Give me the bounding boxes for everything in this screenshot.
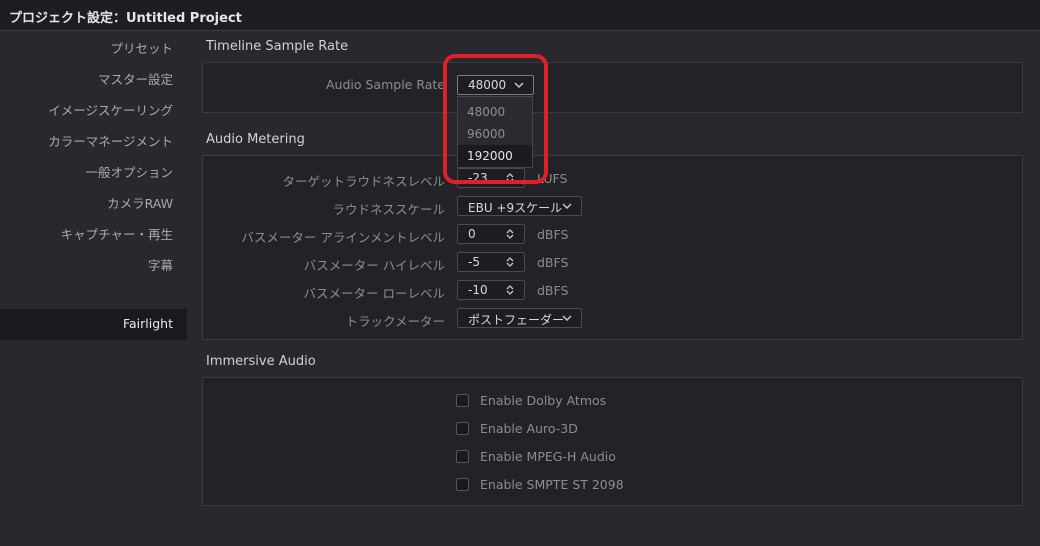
stepper-arrows-icon [506,285,514,295]
bus-meter-low-value: -10 [468,283,488,297]
auro-3d-checkbox[interactable] [456,422,469,435]
sidebar-item-general-options[interactable]: 一般オプション [85,162,173,181]
sidebar-item-presets[interactable]: プリセット [110,38,173,57]
bus-meter-alignment-value: 0 [468,227,476,241]
smpte-st-2098-checkbox[interactable] [456,478,469,491]
immersive-audio-heading: Immersive Audio [206,354,316,369]
bus-meter-low-stepper[interactable]: -10 [457,280,525,300]
loudness-scale-select[interactable]: EBU +9スケール [457,196,582,216]
track-meter-label: トラックメーター [345,314,445,329]
sidebar-item-image-scaling[interactable]: イメージスケーリング [48,100,173,119]
bus-meter-high-label: バスメーター ハイレベル [303,258,445,273]
chevron-down-icon [562,203,572,210]
dolby-atmos-label[interactable]: Enable Dolby Atmos [480,393,606,408]
audio-sample-rate-value: 48000 [468,78,507,92]
sidebar-item-fairlight[interactable]: Fairlight [0,309,187,340]
target-loudness-label: ターゲットラウドネスレベル [282,174,445,189]
sample-rate-option-192000[interactable]: 192000 [458,145,532,167]
sample-rate-option-48000[interactable]: 48000 [458,101,532,123]
mpeg-h-audio-checkbox[interactable] [456,450,469,463]
track-meter-value: ポストフェーダー [468,313,565,327]
chevron-down-icon [514,82,524,89]
window-title: プロジェクト設定：Untitled Project [9,11,242,26]
chevron-down-icon [562,315,572,322]
option-label: 96000 [467,127,506,141]
bus-meter-high-value: -5 [468,255,480,269]
sidebar-item-master-settings[interactable]: マスター設定 [98,69,173,88]
stepper-arrows-icon [506,257,514,267]
stepper-arrows-icon [506,229,514,239]
settings-sidebar: プリセット マスター設定 イメージスケーリング カラーマネージメント 一般オプシ… [0,31,187,546]
timeline-sample-rate-heading: Timeline Sample Rate [206,39,349,54]
option-label: 48000 [467,105,506,119]
bus-meter-alignment-stepper[interactable]: 0 [457,224,525,244]
loudness-scale-value: EBU +9スケール [468,201,563,215]
bus-meter-low-label: バスメーター ローレベル [303,286,445,301]
stepper-arrows-icon [506,173,514,183]
auro-3d-label[interactable]: Enable Auro-3D [480,421,578,436]
track-meter-select[interactable]: ポストフェーダー [457,308,582,328]
bus-meter-alignment-unit: dBFS [537,227,569,242]
sidebar-item-camera-raw[interactable]: カメラRAW [107,193,173,212]
mpeg-h-audio-label[interactable]: Enable MPEG-H Audio [480,449,616,464]
bus-meter-high-stepper[interactable]: -5 [457,252,525,272]
dolby-atmos-checkbox[interactable] [456,394,469,407]
sidebar-item-subtitles[interactable]: 字幕 [148,255,173,274]
target-loudness-value: -23 [468,171,488,185]
audio-metering-heading: Audio Metering [206,132,305,147]
bus-meter-high-unit: dBFS [537,255,569,270]
option-label: 192000 [467,149,513,163]
sidebar-item-color-management[interactable]: カラーマネージメント [48,131,173,150]
audio-sample-rate-select[interactable]: 48000 [457,75,534,95]
target-loudness-stepper[interactable]: -23 [457,168,525,188]
sidebar-item-capture-playback[interactable]: キャプチャー・再生 [61,224,173,243]
title-bar: プロジェクト設定：Untitled Project [0,0,1040,31]
sample-rate-option-96000[interactable]: 96000 [458,123,532,145]
smpte-st-2098-label[interactable]: Enable SMPTE ST 2098 [480,477,624,492]
sidebar-item-label: Fairlight [122,316,173,331]
target-loudness-unit: LUFS [537,171,568,186]
loudness-scale-label: ラウドネススケール [332,202,445,217]
audio-sample-rate-label: Audio Sample Rate [325,77,445,92]
bus-meter-low-unit: dBFS [537,283,569,298]
sample-rate-dropdown-menu: 48000 96000 192000 [457,96,533,168]
bus-meter-alignment-label: バスメーター アラインメントレベル [241,230,445,245]
